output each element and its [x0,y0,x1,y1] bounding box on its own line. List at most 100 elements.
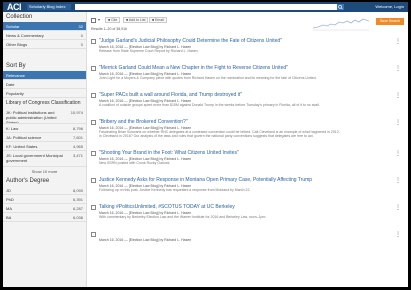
more-vert-icon[interactable]: ⋮ [395,38,401,45]
author-degree-list: JD 8,090 PhD 6,391 MA 6,287 BA 6,036 [3,186,86,222]
results-toolbar: ▾ ■ Cite ■ Add to List ■ Email Save Sear… [87,14,408,31]
result-meta: March 16, 2016 — [Election Law Blog] by … [99,238,192,242]
loc-facet-count: 3,471 [72,153,83,158]
sort-option-label: Relevance [6,73,25,78]
result-checkbox[interactable] [91,205,96,210]
result-item: "Super PACs built a wall around Florida,… [87,92,408,118]
result-snippet: A coalition of outside groups spent more… [99,103,320,107]
sortby-heading: Sort By [6,63,26,69]
result-item: Talking #PoliticsUnlimited, #SCOTUS TODA… [87,204,408,230]
result-item: "Shooting Your Brand in the Foot: What C… [87,150,408,176]
collection-item-label: Scholar [6,24,20,29]
result-checkbox[interactable] [91,39,96,44]
result-snippet: Release from Slate Supreme Court Report … [99,49,199,53]
more-vert-icon[interactable]: ⋮ [395,231,401,238]
result-title-link[interactable]: "Super PACs built a wall around Florida,… [99,92,242,98]
user-menu[interactable]: Welcome, Login [349,4,404,10]
degree-facet-label: MA [6,206,12,211]
result-snippet: With commentary by Berkeley Election Law… [99,215,267,219]
degree-facet-count: 8,090 [72,188,83,193]
loc-facet-item[interactable]: KF: United States 4,965 [3,142,86,151]
result-checkbox[interactable] [91,93,96,98]
database-selector[interactable]: Scholarly Blog Index [27,4,71,10]
collection-item[interactable]: Other Blogs 0 [3,40,86,49]
result-title-link[interactable]: "Bribery and the Brokered Convention?" [99,119,188,125]
collection-item[interactable]: News & Commentary 0 [3,31,86,40]
result-checkbox[interactable] [91,232,96,237]
email-button[interactable]: ■ Email [149,17,167,23]
more-vert-icon[interactable]: ⋮ [395,150,401,157]
collection-item-count: 0 [80,42,83,47]
degree-facet-item[interactable]: MA 6,287 [3,204,86,213]
results-count: Results 1–20 of 38,916 [91,27,127,31]
app-logo[interactable]: ACI [7,2,22,12]
degree-facet-item[interactable]: JD 8,090 [3,186,86,195]
show-more-link[interactable]: Show 10 more [3,167,86,176]
collection-item-label: News & Commentary [6,33,44,38]
cite-button[interactable]: ■ Cite [105,17,121,23]
add-to-list-button[interactable]: ■ Add to List [123,17,149,23]
select-all-checkbox[interactable] [91,18,96,23]
collection-item[interactable]: Scholar 32 [3,22,86,31]
loc-classification-list: JK: Political institutions and public ad… [3,108,86,167]
loc-facet-item[interactable]: JA: Political science 7,601 [3,133,86,142]
collection-item-count: 0 [80,33,83,38]
loc-facet-count: 10,974 [70,110,83,115]
sort-option-label: Date [6,82,15,87]
top-navigation-bar: ACI Scholarly Blog Index Welcome, Login [3,2,408,12]
collection-heading: Collection [6,14,33,20]
result-item: "Merrick Garland Could Mean a New Chapte… [87,65,408,91]
result-item: March 16, 2016 — [Election Law Blog] by … [87,231,408,257]
result-title-link[interactable]: "Shooting Your Brand in the Foot: What C… [99,150,239,156]
degree-facet-item[interactable]: BA 6,036 [3,213,86,222]
author-degree-heading: Author's Degree [6,178,50,184]
sparkline-chart [313,18,369,31]
degree-facet-item[interactable]: PhD 6,391 [3,195,86,204]
sort-option[interactable]: Popularity [3,89,86,98]
degree-facet-label: PhD [6,197,14,202]
more-vert-icon[interactable]: ⋮ [395,177,401,184]
save-search-button[interactable]: Save Search [376,18,404,25]
result-title-link[interactable]: "Judge Garland's Judicial Philosophy Cou… [99,38,282,44]
degree-facet-count: 6,287 [72,206,83,211]
sort-option-label: Popularity [6,91,24,96]
result-title-link[interactable]: Talking #PoliticsUnlimited, #SCOTUS TODA… [99,204,235,210]
degree-facet-label: BA [6,215,12,220]
result-snippet: Following up on this post, Justice Kenne… [99,188,251,192]
result-checkbox[interactable] [91,120,96,125]
loc-facet-item[interactable]: K: Law 8,796 [3,124,86,133]
loc-facet-item[interactable]: JK: Political institutions and public ad… [3,108,86,124]
search-icon [338,4,343,10]
result-title-link[interactable]: "Merrick Garland Could Mean a New Chapte… [99,65,288,71]
result-item: "Judge Garland's Judicial Philosophy Cou… [87,38,408,64]
result-snippet-continued: in Cleveland in 2016? Our analysis of th… [99,134,314,138]
collection-item-count: 32 [78,24,83,29]
sort-option[interactable]: Date [3,80,86,89]
result-title-link[interactable]: Justice Kennedy Asks for Response in Mon… [99,177,312,183]
loc-facet-count: 4,965 [72,144,83,149]
result-snippet: New SSRN posted with Cronk Rocky Garlock… [99,161,171,165]
degree-facet-label: JD [6,188,11,193]
loc-facet-label: KF: United States [6,144,38,149]
search-button[interactable] [337,4,344,10]
chevron-down-icon[interactable]: ▾ [98,17,100,22]
more-vert-icon[interactable]: ⋮ [395,92,401,99]
more-vert-icon[interactable]: ⋮ [395,119,401,126]
loc-facet-label: JK: Political institutions and public ad… [6,110,57,123]
sort-option[interactable]: Relevance [3,71,86,80]
more-vert-icon[interactable]: ⋮ [395,65,401,72]
search-input[interactable] [75,4,337,10]
result-checkbox[interactable] [91,178,96,183]
result-checkbox[interactable] [91,66,96,71]
degree-facet-count: 6,391 [72,197,83,202]
collection-list: Scholar 32 News & Commentary 0 Other Blogs 0 [3,22,86,49]
result-item: Justice Kennedy Asks for Response in Mon… [87,177,408,203]
result-checkbox[interactable] [91,151,96,156]
loc-facet-item[interactable]: JS: Local government Municipal governmen… [3,151,86,167]
result-snippet: John Light for a Moyers & Company piece … [99,76,317,80]
results-panel: ▾ ■ Cite ■ Add to List ■ Email Save Sear… [87,12,408,287]
sort-list: Relevance Date Popularity [3,71,86,98]
app-window: ACI Scholarly Blog Index Welcome, Login … [3,2,408,287]
collection-item-label: Other Blogs [6,42,28,47]
more-vert-icon[interactable]: ⋮ [395,204,401,211]
